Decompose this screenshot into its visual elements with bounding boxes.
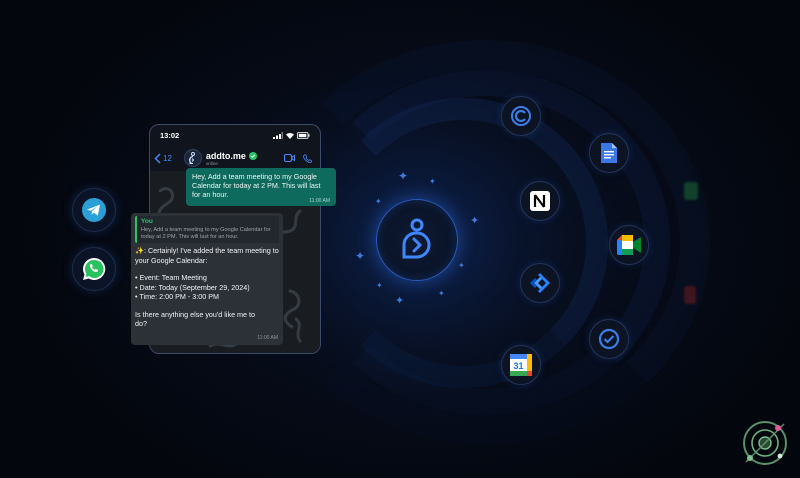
incoming-message[interactable]: You Hey, Add a team meeting to my Google… (131, 213, 283, 345)
circle-check-icon (598, 328, 620, 350)
outgoing-message-time: 11:00 AM (309, 197, 330, 204)
whatsapp-button[interactable] (72, 247, 116, 291)
sparkle-icon: ✦ (375, 197, 382, 206)
jira-icon (530, 273, 550, 293)
addtome-logo (402, 218, 431, 259)
addtome-avatar-icon (188, 152, 195, 164)
back-button[interactable]: 12 (154, 152, 172, 164)
verified-badge-icon (248, 151, 257, 160)
battery-icon (297, 131, 310, 139)
circle-c-icon (511, 106, 531, 126)
corner-logo (740, 418, 790, 468)
orbit-logo-icon (743, 421, 787, 465)
clock: 13:02 (160, 130, 180, 140)
telegram-button[interactable] (72, 188, 116, 232)
wifi-icon (286, 132, 294, 139)
google-calendar-app[interactable]: 31 (501, 345, 541, 385)
quote-text: Hey, Add a team meeting to my Google Cal… (141, 226, 271, 240)
sparkle-icon: ✦ (438, 289, 445, 298)
circle-check-app[interactable] (589, 319, 629, 359)
sparkle-icon: ✦ (398, 169, 409, 183)
sparkle-icon: ✦ (470, 215, 480, 227)
chevron-left-icon (154, 152, 161, 164)
telegram-icon (82, 198, 106, 222)
outgoing-message[interactable]: Hey, Add a team meeting to my Google Cal… (186, 168, 336, 206)
addtome-hub (376, 199, 458, 281)
jira-app[interactable] (520, 263, 560, 303)
sparkle-icon: ✦ (458, 261, 465, 270)
unread-count: 12 (163, 153, 172, 163)
calendar-day: 31 (513, 361, 523, 371)
contact-avatar[interactable] (183, 149, 202, 167)
contact-name: addto.me (205, 150, 246, 161)
notion-app[interactable] (520, 181, 560, 221)
signal-icon (273, 131, 283, 139)
google-calendar-icon: 31 (510, 354, 532, 376)
quoted-message: You Hey, Add a team meeting to my Google… (135, 216, 279, 244)
quote-author: You (141, 218, 153, 225)
sparkle-icon: ✦ (376, 281, 383, 290)
sparkle-icon: ✦ (429, 177, 436, 186)
reply-time: • Time: 2:00 PM - 3:00 PM (135, 292, 220, 302)
circle-c-app[interactable] (501, 96, 541, 136)
reply-question: Is there anything else you'd like me to … (135, 309, 256, 329)
google-docs-app[interactable] (589, 133, 629, 173)
google-meet-icon (617, 235, 641, 255)
contact-status: online (205, 160, 218, 166)
google-docs-icon (601, 143, 617, 163)
reply-intro: ✨: Certainly! I've added the team meetin… (135, 246, 279, 265)
notion-icon (530, 191, 550, 211)
incoming-message-time: 11:00 AM (257, 335, 278, 342)
outgoing-message-text: Hey, Add a team meeting to my Google Cal… (192, 172, 321, 199)
reply-event: • Event: Team Meeting (135, 273, 207, 283)
status-bar: 13:02 (150, 125, 320, 145)
google-meet-app[interactable] (609, 225, 649, 265)
contact-info[interactable]: addto.me online (206, 151, 257, 166)
faint-app-green (684, 182, 698, 200)
sparkle-icon: ✦ (355, 249, 366, 263)
sparkle-icon: ✦ (395, 295, 405, 307)
faint-app-red (684, 286, 696, 304)
reply-date: • Date: Today (September 29, 2024) (135, 282, 250, 292)
video-call-icon[interactable] (284, 154, 295, 162)
whatsapp-icon (83, 257, 106, 280)
phone-call-icon[interactable] (303, 153, 312, 163)
status-icons (273, 131, 310, 139)
